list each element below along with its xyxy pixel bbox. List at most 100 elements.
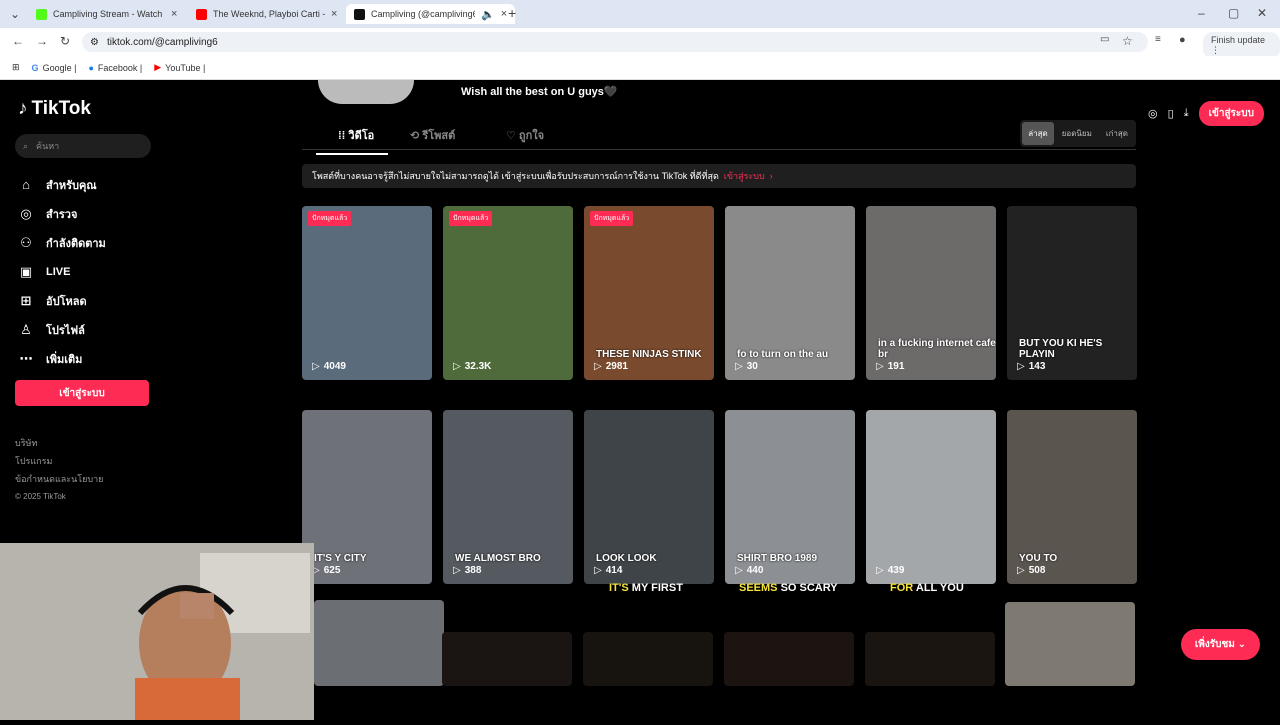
third-row-caption-3: FOR ALL YOU xyxy=(890,582,964,594)
footer-link-company[interactable]: บริษัท xyxy=(15,434,103,452)
close-tab-icon[interactable]: × xyxy=(331,8,337,20)
notice-login-link[interactable]: เข้าสู่ระบบ xyxy=(724,169,765,183)
tab-label: วิดีโอ xyxy=(348,130,375,142)
video-caption: SHIRT BRO 1989 xyxy=(737,553,818,564)
apps-grid-icon[interactable]: ⊞ xyxy=(12,62,20,73)
footer-link-program[interactable]: โปรแกรม xyxy=(15,452,103,470)
install-icon[interactable]: ▭ xyxy=(1100,34,1109,45)
minimize-icon[interactable]: – xyxy=(1198,6,1205,20)
video-card-row3-6[interactable] xyxy=(1005,602,1135,686)
video-card[interactable]: ปักหมุดแล้ว ▷ 4049 xyxy=(302,206,432,380)
google-icon: G xyxy=(31,62,39,73)
view-count: ▷ 414 xyxy=(594,565,622,576)
compass-icon[interactable]: ◎ xyxy=(1148,107,1158,120)
video-card[interactable]: fo to turn on the au ▷ 30 xyxy=(725,206,855,380)
header-login-button[interactable]: เข้าสู่ระบบ xyxy=(1198,101,1264,126)
sidebar-item-foryou[interactable]: ⌂ สำหรับคุณ xyxy=(18,170,106,199)
sidebar-item-more[interactable]: ⋯ เพิ่มเติม xyxy=(18,344,106,373)
browser-tab-1[interactable]: Campliving Stream - Watch Liv × xyxy=(28,4,185,24)
tab-label: รีโพสต์ xyxy=(422,130,456,142)
back-icon[interactable]: ← xyxy=(12,34,24,48)
webcam-overlay xyxy=(0,543,314,720)
browser-tab-3[interactable]: Campliving (@campliving6) 🔈 × xyxy=(346,4,516,24)
tab-liked[interactable]: ♡ ถูกใจ xyxy=(506,126,544,144)
profile-icon[interactable]: ● xyxy=(1179,34,1186,46)
view-count: ▷ 143 xyxy=(1017,361,1045,372)
bookmark-google[interactable]: G Google | xyxy=(32,63,77,73)
video-card[interactable]: LOOK LOOK ▷ 414 xyxy=(584,410,714,584)
tab-label: ถูกใจ xyxy=(518,130,545,142)
chevron-down-icon: ⌄ xyxy=(1237,639,1246,650)
close-tab-icon[interactable]: × xyxy=(171,8,177,20)
video-card-row3-5[interactable] xyxy=(865,632,995,686)
sort-oldest[interactable]: เก่าสุด xyxy=(1100,122,1134,145)
sidebar-item-live[interactable]: ▣ LIVE xyxy=(18,257,106,286)
video-caption: WE ALMOST BRO xyxy=(455,553,541,564)
view-count: ▷ 440 xyxy=(735,565,763,576)
view-count-value: 143 xyxy=(1028,361,1046,372)
video-card[interactable]: ปักหมุดแล้ว ▷ 32.3K xyxy=(443,206,573,380)
bookmark-star-icon[interactable]: ☆ xyxy=(1122,34,1133,48)
download-icon[interactable]: ⤓ xyxy=(1184,107,1189,120)
finish-update-button[interactable]: Finish update ⋮ xyxy=(1203,32,1280,59)
sidebar-item-upload[interactable]: ⊞ อัปโหลด xyxy=(18,286,106,315)
forward-icon[interactable]: → xyxy=(36,34,48,48)
view-count-value: 4049 xyxy=(323,361,346,372)
mute-icon[interactable]: 🔈 xyxy=(481,8,495,21)
video-card-row3-2[interactable] xyxy=(442,632,572,686)
sidebar-login-button[interactable]: เข้าสู่ระบบ xyxy=(15,380,149,406)
video-card[interactable]: ▷ 439 xyxy=(866,410,996,584)
site-info-icon[interactable]: ⚙ xyxy=(90,37,99,48)
play-icon: ▷ xyxy=(1017,361,1025,372)
close-tab-icon[interactable]: × xyxy=(501,8,507,20)
sidebar-item-explore[interactable]: ◎ สำรวจ xyxy=(18,199,106,228)
sidebar-item-label: กำลังติดตาม xyxy=(46,237,106,250)
video-card-row3-4[interactable] xyxy=(724,632,854,686)
video-card-row3-1[interactable] xyxy=(314,600,444,686)
view-count: ▷ 508 xyxy=(1017,565,1045,576)
tab-videos[interactable]: ⁞⁞ วิดีโอ xyxy=(315,126,389,155)
video-card[interactable]: WE ALMOST BRO ▷ 388 xyxy=(443,410,573,584)
bookmark-youtube[interactable]: ▶ YouTube | xyxy=(154,62,205,73)
home-icon: ⌂ xyxy=(22,177,30,192)
tiktok-logo[interactable]: ♪ TikTok xyxy=(18,98,91,120)
reload-icon[interactable]: ↻ xyxy=(60,34,70,48)
third-row-caption-2: SEEMS SO SCARY xyxy=(739,582,838,594)
video-card[interactable]: YOU TO ▷ 508 xyxy=(1007,410,1137,584)
search-placeholder: ค้นหา xyxy=(36,141,60,151)
video-card-row3-3[interactable] xyxy=(583,632,713,686)
just-watched-label: เพิ่งรับชม xyxy=(1194,639,1235,650)
url-input[interactable]: ⚙ tiktok.com/@campliving6 xyxy=(82,32,1148,52)
search-input[interactable]: ⌕ ค้นหา xyxy=(15,134,151,158)
bookmark-facebook[interactable]: ● Facebook | xyxy=(88,63,142,73)
tab-title: Campliving Stream - Watch Liv xyxy=(53,9,165,19)
video-caption: BUT YOU KI HE'S PLAYIN xyxy=(1019,338,1103,360)
view-count-value: 388 xyxy=(464,565,482,576)
media-icon[interactable]: ≡ xyxy=(1155,34,1161,45)
tab-reposts[interactable]: ⟲ รีโพสต์ xyxy=(410,126,455,144)
sort-latest[interactable]: ล่าสุด xyxy=(1022,122,1054,145)
sort-popular[interactable]: ยอดนิยม xyxy=(1056,122,1098,145)
just-watched-button[interactable]: เพิ่งรับชม ⌄ xyxy=(1180,629,1260,660)
view-count: ▷ 625 xyxy=(312,565,340,576)
tab-search-icon[interactable]: ⌄ xyxy=(10,7,20,21)
video-card[interactable]: SHIRT BRO 1989 ▷ 440 xyxy=(725,410,855,584)
heart-icon: ♡ xyxy=(506,130,519,142)
sidebar-item-label: โปรไฟล์ xyxy=(46,324,85,337)
sidebar-item-profile[interactable]: ♙ โปรไฟล์ xyxy=(18,315,106,344)
video-card[interactable]: ปักหมุดแล้ว THESE NINJAS STINK ▷ 2981 xyxy=(584,206,714,380)
phone-icon[interactable]: ▯ xyxy=(1168,107,1174,120)
footer-link-terms[interactable]: ข้อกำหนดและนโยบาย xyxy=(15,470,103,488)
window-close-icon[interactable]: ✕ xyxy=(1257,6,1267,20)
video-card[interactable]: BUT YOU KI HE'S PLAYIN ▷ 143 xyxy=(1007,206,1137,380)
new-tab-icon[interactable]: + xyxy=(508,5,516,21)
sidebar-nav: ⌂ สำหรับคุณ ◎ สำรวจ ⚇ กำลังติดตาม ▣ LIVE ⊞ อั… xyxy=(18,170,106,373)
sidebar-item-following[interactable]: ⚇ กำลังติดตาม xyxy=(18,228,106,257)
video-card[interactable]: in a fucking internet cafe br ▷ 191 xyxy=(866,206,996,380)
grid-icon: ⁞⁞ xyxy=(338,130,349,142)
video-card[interactable]: IT'S Y CITY ▷ 625 xyxy=(302,410,432,584)
maximize-icon[interactable]: ▢ xyxy=(1228,6,1239,20)
sidebar-item-label: สำรวจ xyxy=(46,208,78,221)
browser-tab-2[interactable]: The Weeknd, Playboi Carti - Tim × xyxy=(188,4,345,24)
play-icon: ▷ xyxy=(453,565,461,576)
